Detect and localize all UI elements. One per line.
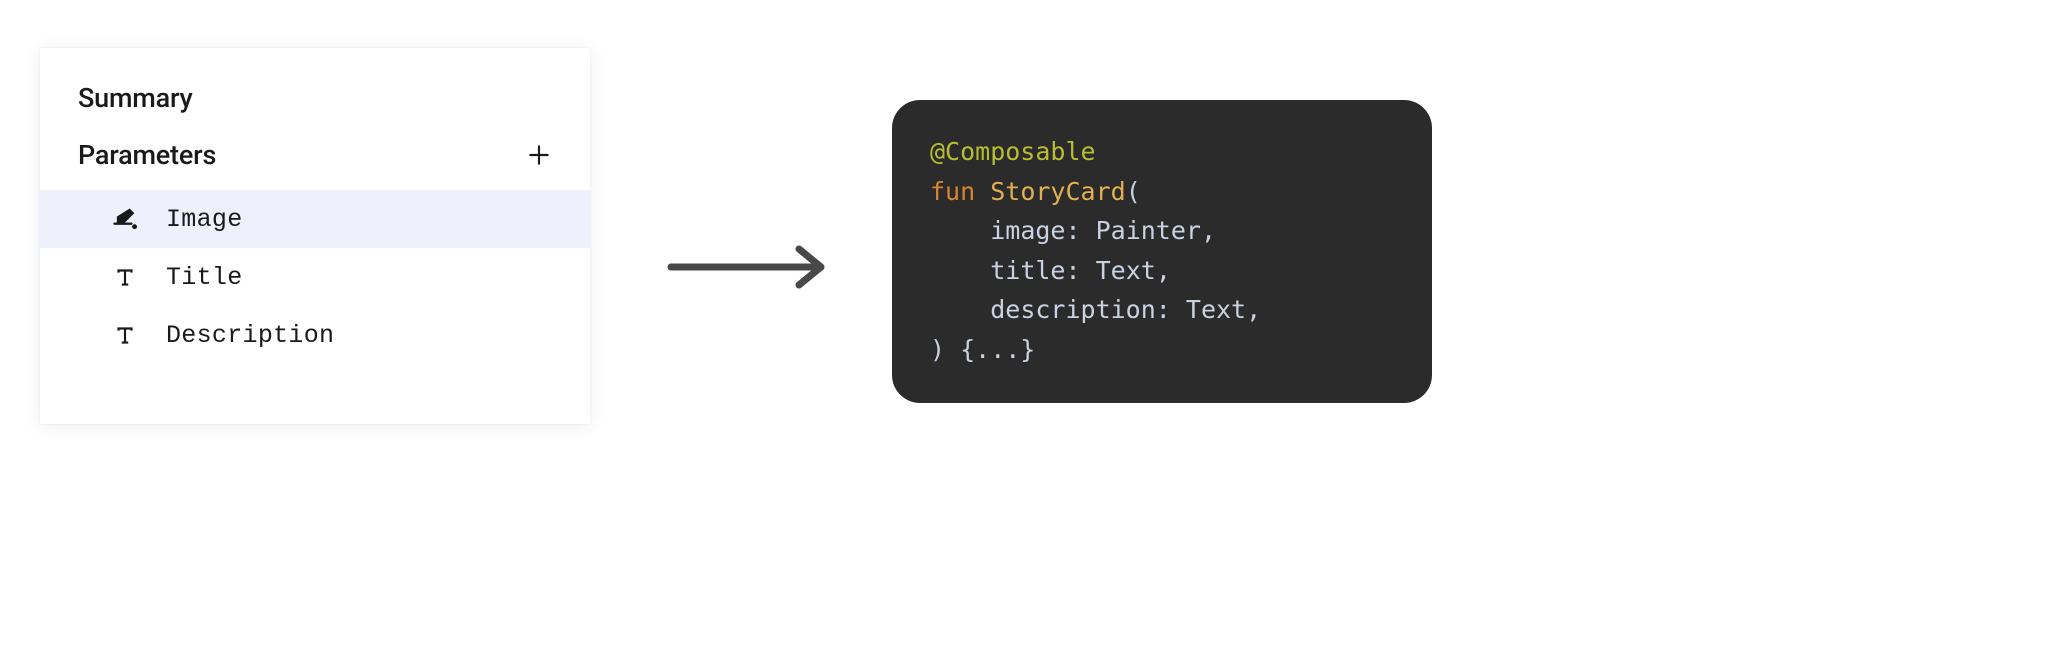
summary-section-title[interactable]: Summary — [40, 48, 590, 132]
code-function-name: StoryCard — [990, 177, 1125, 206]
parameters-panel: Summary Parameters Image Title — [40, 48, 590, 424]
add-parameter-button[interactable] — [522, 138, 556, 172]
code-param-line: title: Text, — [930, 256, 1171, 285]
code-keyword-fun: fun — [930, 177, 975, 206]
paint-fill-icon — [110, 204, 140, 234]
parameter-row-image[interactable]: Image — [40, 190, 590, 248]
code-block: @Composable fun StoryCard( image: Painte… — [892, 100, 1432, 403]
text-icon — [110, 262, 140, 292]
parameters-section-title[interactable]: Parameters — [78, 139, 216, 171]
code-open-paren: ( — [1126, 177, 1141, 206]
code-close: ) {...} — [930, 335, 1035, 364]
parameters-header: Parameters — [40, 132, 590, 190]
parameter-row-title[interactable]: Title — [40, 248, 590, 306]
parameter-label: Image — [166, 205, 243, 234]
code-annotation: @Composable — [930, 137, 1096, 166]
plus-icon — [526, 142, 552, 168]
parameter-label: Description — [166, 321, 334, 350]
code-param-line: description: Text, — [930, 295, 1261, 324]
parameter-label: Title — [166, 263, 243, 292]
arrow-right-icon — [663, 243, 833, 295]
parameter-row-description[interactable]: Description — [40, 306, 590, 364]
text-icon — [110, 320, 140, 350]
code-param-line: image: Painter, — [930, 216, 1216, 245]
